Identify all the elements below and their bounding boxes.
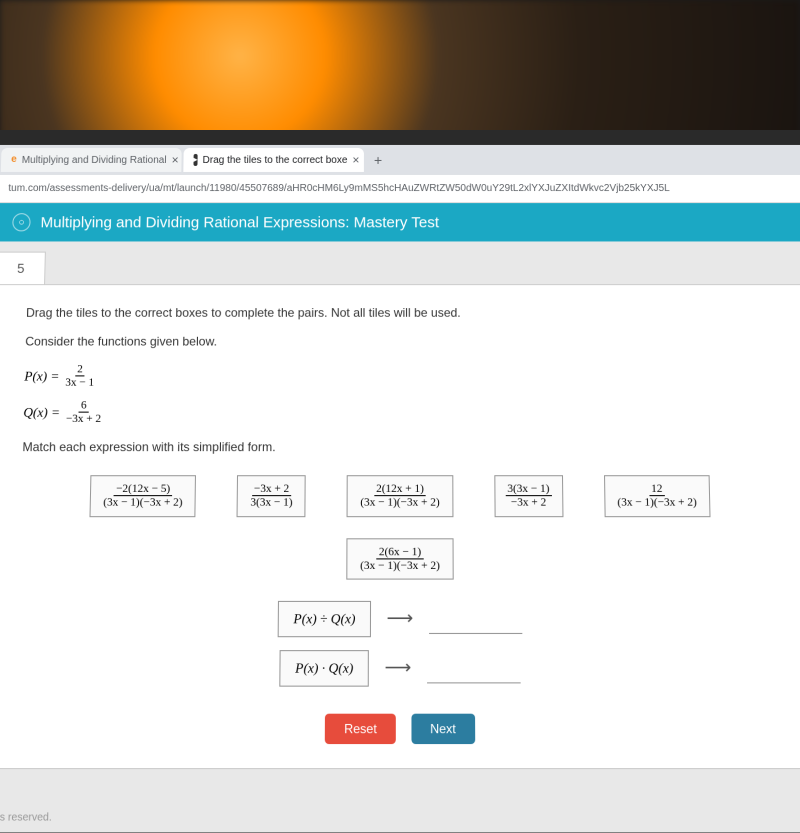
question-number-tab: 5 bbox=[0, 252, 46, 285]
p-fraction: 2 3x − 1 bbox=[63, 363, 96, 389]
tab-title: Multiplying and Dividing Rational bbox=[22, 154, 167, 165]
tab-active[interactable]: ▸ Drag the tiles to the correct boxe × bbox=[183, 148, 364, 172]
footer-copyright: ghts reserved. bbox=[0, 812, 52, 824]
tab-title: Drag the tiles to the correct boxe bbox=[203, 154, 348, 165]
edmentum-icon: e bbox=[11, 154, 17, 166]
content-area: 5 Drag the tiles to the correct boxes to… bbox=[0, 241, 800, 832]
expression-box: P(x) · Q(x) bbox=[279, 650, 369, 687]
answer-tile[interactable]: 3(3x − 1)−3x + 2 bbox=[494, 476, 563, 517]
new-tab-button[interactable]: + bbox=[366, 152, 390, 168]
p-label: P(x) = bbox=[24, 368, 59, 385]
answer-tile[interactable]: −3x + 23(3x − 1) bbox=[237, 476, 306, 517]
nav-circle-icon[interactable]: ○ bbox=[12, 213, 31, 231]
expression-box: P(x) ÷ Q(x) bbox=[278, 601, 371, 637]
context-text: Consider the functions given below. bbox=[25, 334, 775, 348]
question-body: Drag the tiles to the correct boxes to c… bbox=[0, 284, 800, 769]
reset-button[interactable]: Reset bbox=[325, 713, 395, 743]
tab-inactive[interactable]: e Multiplying and Dividing Rational × bbox=[1, 148, 182, 172]
page-header: ○ Multiplying and Dividing Rational Expr… bbox=[0, 203, 800, 241]
arrow-icon: ⟶ bbox=[387, 608, 414, 630]
page-title: Multiplying and Dividing Rational Expres… bbox=[40, 214, 439, 231]
next-button[interactable]: Next bbox=[411, 713, 474, 743]
answer-tile[interactable]: 2(12x + 1)(3x − 1)(−3x + 2) bbox=[347, 476, 453, 517]
close-icon[interactable]: × bbox=[171, 153, 178, 167]
url-text: tum.com/assessments-delivery/ua/mt/launc… bbox=[8, 183, 670, 194]
answer-tile[interactable]: 12(3x − 1)(−3x + 2) bbox=[604, 476, 711, 517]
app-icon: ▸ bbox=[193, 154, 197, 166]
tiles-container: −2(12x − 5)(3x − 1)(−3x + 2) −3x + 23(3x… bbox=[40, 476, 761, 580]
match-area: P(x) ÷ Q(x) ⟶ P(x) · Q(x) ⟶ bbox=[16, 601, 784, 687]
q-label: Q(x) = bbox=[23, 404, 60, 421]
match-instruction: Match each expression with its simplifie… bbox=[22, 440, 777, 455]
function-p: P(x) = 2 3x − 1 bbox=[24, 363, 776, 389]
match-row: P(x) ÷ Q(x) ⟶ bbox=[278, 601, 522, 637]
drop-zone[interactable] bbox=[427, 653, 521, 683]
function-q: Q(x) = 6 −3x + 2 bbox=[23, 399, 777, 425]
close-icon[interactable]: × bbox=[352, 153, 359, 167]
drop-zone[interactable] bbox=[429, 604, 522, 634]
instruction-text: Drag the tiles to the correct boxes to c… bbox=[26, 306, 774, 320]
screen-viewport: e Multiplying and Dividing Rational × ▸ … bbox=[0, 130, 800, 832]
q-fraction: 6 −3x + 2 bbox=[64, 399, 104, 425]
address-bar[interactable]: tum.com/assessments-delivery/ua/mt/launc… bbox=[0, 175, 800, 203]
answer-tile[interactable]: 2(6x − 1)(3x − 1)(−3x + 2) bbox=[347, 538, 454, 580]
browser-tab-strip: e Multiplying and Dividing Rational × ▸ … bbox=[0, 145, 800, 175]
background-blur bbox=[0, 0, 800, 140]
match-row: P(x) · Q(x) ⟶ bbox=[279, 650, 520, 687]
answer-tile[interactable]: −2(12x − 5)(3x − 1)(−3x + 2) bbox=[90, 476, 197, 517]
arrow-icon: ⟶ bbox=[384, 657, 411, 680]
action-buttons: Reset Next bbox=[14, 713, 785, 743]
